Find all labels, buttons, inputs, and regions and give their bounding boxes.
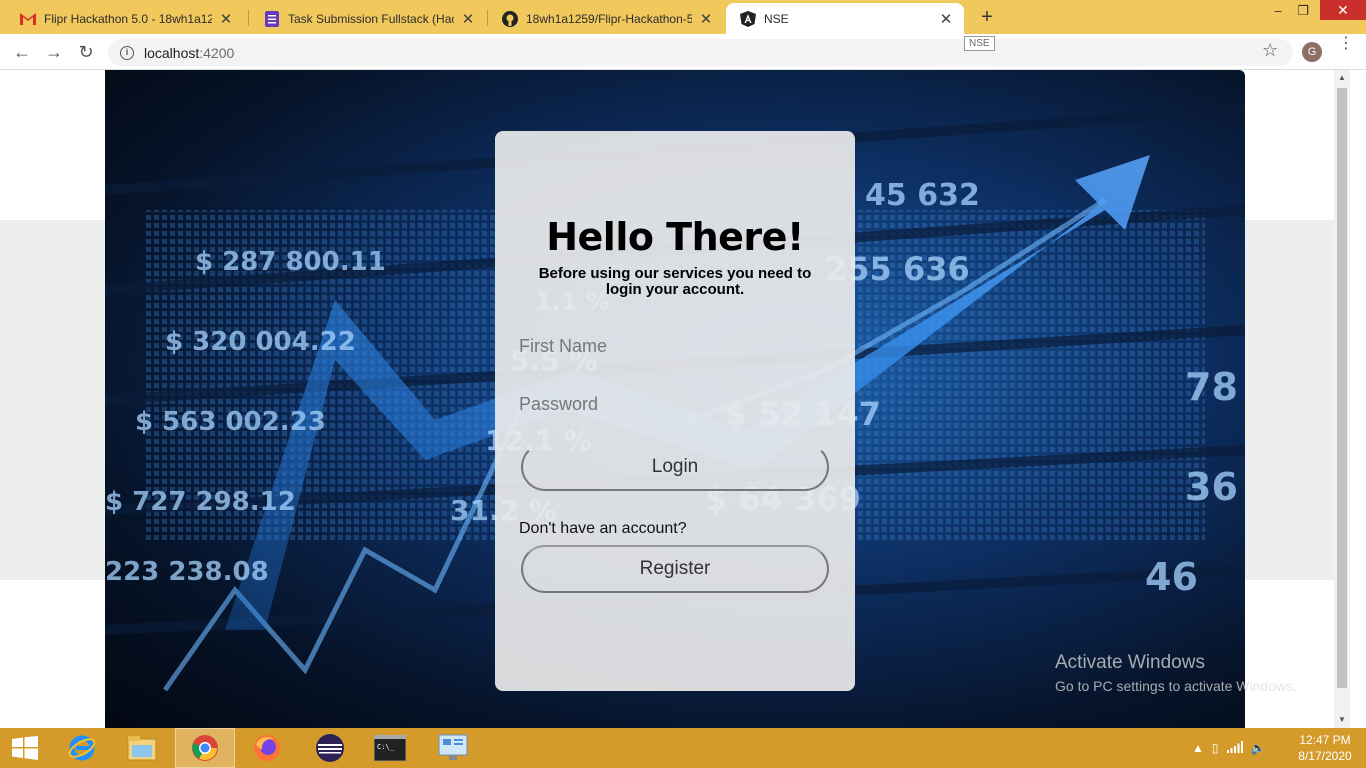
system-tray: ▲ ▯ 🔈 [1192,728,1265,768]
taskbar: C:\_ ▲ ▯ 🔈 12:47 PM 8/17/2020 [0,728,1366,768]
angular-icon [740,10,756,27]
close-icon[interactable]: ✕ [938,10,954,28]
forward-arrow-icon[interactable]: → [42,40,66,64]
url-host: localhost [144,44,200,61]
svg-text:$ 563 002.23: $ 563 002.23 [135,407,326,437]
browser-tabstrip: Flipr Hackathon 5.0 - 18wh1a1259 ✕ Task … [0,0,1366,34]
watermark-subtitle: Go to PC settings to activate Windows. [1055,678,1297,694]
system-clock[interactable]: 12:47 PM 8/17/2020 [1290,732,1360,764]
svg-text:46: 46 [1145,555,1198,599]
reload-icon[interactable]: ↻ [74,40,98,64]
tab-tooltip: NSE [964,36,995,51]
control-panel-icon[interactable] [423,728,483,768]
svg-text:223 238.08: 223 238.08 [105,557,269,587]
close-icon[interactable]: ✕ [460,10,476,28]
svg-text:$ 727 298.12: $ 727 298.12 [105,487,296,517]
clock-time: 12:47 PM [1299,733,1351,747]
tab-title: 18wh1a1259/Flipr-Hackathon-5.0 [526,11,692,26]
network-signal-icon[interactable] [1226,740,1243,756]
svg-text:C:\_: C:\_ [377,743,395,751]
avatar[interactable]: G [1302,42,1322,62]
svg-text:36: 36 [1185,465,1238,509]
tab-title: NSE [764,11,789,26]
forms-icon [264,10,280,27]
device-icon[interactable]: ▯ [1212,741,1219,755]
password-label: Password [519,394,599,414]
back-arrow-icon[interactable]: ← [10,40,34,64]
close-icon[interactable]: ✕ [698,10,714,28]
more-menu-icon[interactable]: ⋮ [1338,36,1354,52]
gmail-icon [20,11,36,27]
tab-title: Flipr Hackathon 5.0 - 18wh1a1259 [44,11,212,26]
login-button[interactable]: Login [521,443,829,491]
volume-icon[interactable]: 🔈 [1251,741,1266,755]
clock-date: 8/17/2020 [1298,749,1352,763]
address-bar[interactable]: i localhost:4200 [108,39,1293,66]
tab-task-submission[interactable]: Task Submission Fullstack (Hackathon ✕ [250,3,486,34]
login-subtitle: Before using our services you need to lo… [538,265,812,298]
scroll-down-icon[interactable]: ▼ [1334,712,1350,728]
tab-title: Task Submission Fullstack (Hackathon [288,11,454,26]
svg-text:$ 287 800.11: $ 287 800.11 [195,247,386,277]
tab-gmail[interactable]: Flipr Hackathon 5.0 - 18wh1a1259 ✕ [6,3,244,34]
internet-explorer-icon[interactable] [52,728,112,768]
info-icon[interactable]: i [120,45,134,60]
register-button[interactable]: Register [521,545,829,593]
browser-toolbar: ← → ↻ i localhost:4200 ☆ G ⋮ [0,34,1366,70]
svg-text:$ 320 004.22: $ 320 004.22 [165,327,356,357]
tab-separator [248,10,249,26]
windows-start-icon[interactable] [0,728,50,768]
bookmark-star-icon[interactable]: ☆ [1262,40,1278,61]
svg-text:45 632: 45 632 [865,178,980,213]
scroll-thumb[interactable] [1337,88,1347,688]
cmd-icon[interactable]: C:\_ [360,728,420,768]
firefox-icon[interactable] [237,728,297,768]
activate-windows-watermark: Activate Windows Go to PC settings to ac… [1055,652,1297,694]
page-scrollbar[interactable]: ▲ ▼ [1334,70,1350,728]
close-icon[interactable]: ✕ [218,10,234,28]
no-account-text: Don't have an account? [519,520,687,537]
chrome-icon[interactable] [175,728,235,768]
page-title: Hello There! [546,215,804,259]
show-hidden-icons-icon[interactable]: ▲ [1192,741,1204,755]
window-close-button[interactable]: ✕ [1320,0,1366,20]
first-name-label: First Name [519,336,608,356]
restore-button[interactable]: ❐ [1288,0,1318,22]
login-card: Hello There! Before using our services y… [495,131,855,691]
tab-nse[interactable]: NSE ✕ [726,3,964,34]
svg-text:78: 78 [1185,365,1238,409]
watermark-title: Activate Windows [1055,652,1205,673]
tab-github[interactable]: 18wh1a1259/Flipr-Hackathon-5.0 ✕ [488,3,724,34]
eclipse-icon[interactable] [300,728,360,768]
github-icon [502,10,518,27]
file-explorer-icon[interactable] [112,728,172,768]
scroll-up-icon[interactable]: ▲ [1334,70,1350,86]
url-port: :4200 [199,44,235,61]
first-name-field[interactable] [519,359,829,389]
new-tab-button[interactable]: + [975,5,999,29]
